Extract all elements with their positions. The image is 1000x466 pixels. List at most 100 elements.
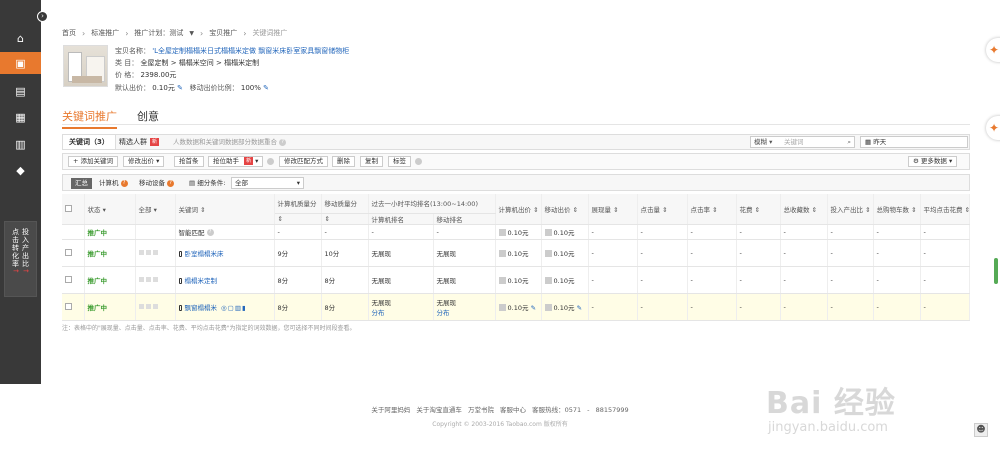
col-avg-cpc[interactable]: 平均点击花费 ⇕ bbox=[920, 194, 971, 225]
sidebar-promotion[interactable]: ▣ bbox=[0, 52, 41, 74]
search-input[interactable]: 关键词 bbox=[784, 137, 804, 147]
mobile-distribution-link[interactable]: 分布 bbox=[437, 307, 492, 317]
tab-creative[interactable]: 创意 bbox=[137, 108, 159, 129]
more-data-button[interactable]: ⚙ 更多数据 ▾ bbox=[908, 156, 958, 167]
grab-helper-button[interactable]: 抢位助手 新 ▾ bbox=[208, 156, 264, 167]
row-keyword[interactable]: 飘窗榻榻米 ◎▢▥▮ bbox=[175, 293, 275, 321]
search-icon[interactable]: ⌕ bbox=[847, 137, 851, 147]
sidebar-more[interactable]: ◆ bbox=[0, 159, 41, 181]
keyword-link[interactable]: 榻榻米定制 bbox=[185, 277, 218, 285]
promo-line-roi: 投入产出比↑ bbox=[21, 228, 30, 275]
sidebar-collapse-button[interactable]: › bbox=[37, 11, 48, 22]
dropdown-arrow-icon[interactable]: ▼ bbox=[189, 30, 194, 37]
change-match-button[interactable]: 修改匹配方式 bbox=[279, 156, 328, 167]
select-all-checkbox[interactable] bbox=[62, 194, 85, 225]
col-ctr[interactable]: 点击率 ⇕ bbox=[687, 194, 737, 225]
sidebar-tools[interactable]: ▦ bbox=[0, 106, 41, 128]
col-status[interactable]: 状态 ▾ bbox=[84, 194, 136, 225]
col-all[interactable]: 全部 ▾ bbox=[135, 194, 176, 225]
checkbox[interactable] bbox=[65, 205, 72, 213]
help-icon[interactable] bbox=[267, 158, 274, 165]
col-mobile-bid[interactable]: 移动出价 ⇕ bbox=[541, 194, 589, 225]
product-name-link[interactable]: 'L全屋定制榻榻米日式榻榻米定做 飘窗米床卧室家具飘窗储物柜 bbox=[152, 47, 349, 55]
col-roi[interactable]: 投入产出比 ⇕ bbox=[827, 194, 874, 225]
row-pc-bid[interactable]: 0.10元 bbox=[495, 266, 542, 294]
crumb-item-promo[interactable]: 宝贝推广 bbox=[209, 28, 237, 38]
crumb-standard[interactable]: 标准推广 bbox=[91, 28, 119, 38]
row-tags bbox=[135, 266, 176, 294]
add-keyword-button[interactable]: + 添加关键词 bbox=[68, 156, 119, 167]
tag-button[interactable]: 标签 bbox=[388, 156, 411, 167]
row-mobile-bid[interactable]: 0.10元 ✎ bbox=[541, 293, 589, 321]
row-mobile-bid[interactable]: 0.10元 bbox=[541, 266, 589, 294]
col-pc-quality-sort[interactable]: ⇕ bbox=[274, 213, 322, 225]
col-mobile-quality[interactable]: 移动质量分 bbox=[321, 194, 369, 214]
table-row[interactable]: 推广中 榻榻米定制 8分 8分 无展现 无展现 0.10元 0.10元 - - … bbox=[62, 266, 971, 294]
table-row[interactable]: 推广中 飘窗榻榻米 ◎▢▥▮ 8分 8分 无展现 分布 无展现 分布 0.10元 ✎ … bbox=[62, 293, 971, 321]
overlap-note: 人数数据和关键词数据部分数据重合 ? bbox=[173, 135, 287, 149]
keyword-link[interactable]: 卧室榻榻米床 bbox=[185, 250, 224, 258]
row-action-icons[interactable]: ◎▢▥▮ bbox=[221, 304, 247, 312]
table-row[interactable]: 推广中 智能匹配 ? - - - - 0.10元 0.10元 - - - - -… bbox=[62, 224, 971, 240]
table-row[interactable]: 推广中 卧室榻榻米床 9分 10分 无展现 无展现 0.10元 0.10元 - … bbox=[62, 239, 971, 267]
row-checkbox[interactable] bbox=[65, 276, 72, 283]
filter-mobile[interactable]: 移动设备 ? bbox=[135, 178, 178, 189]
row-keyword[interactable]: 智能匹配 ? bbox=[175, 224, 275, 240]
pc-bid-value: 0.10元 bbox=[507, 249, 529, 258]
page-scrollbar[interactable] bbox=[994, 258, 998, 284]
copy-button[interactable]: 复制 bbox=[360, 156, 383, 167]
sidebar-report[interactable]: ▤ bbox=[0, 80, 41, 102]
row-pc-bid[interactable]: 0.10元 bbox=[495, 239, 542, 267]
customer-service-button[interactable]: ☻ bbox=[974, 423, 988, 437]
segment-condition-select[interactable]: 全部 ▾ bbox=[231, 177, 304, 189]
col-clicks[interactable]: 点击量 ⇕ bbox=[637, 194, 688, 225]
date-range-select[interactable]: ▦ 昨天 bbox=[860, 136, 968, 148]
sidebar-account[interactable]: ▥ bbox=[0, 133, 41, 155]
product-thumbnail[interactable] bbox=[63, 45, 108, 87]
col-clicks-label: 点击量 bbox=[640, 205, 661, 214]
edit-pencil-icon[interactable]: ✎ bbox=[577, 304, 582, 312]
edit-pencil-icon[interactable]: ✎ bbox=[531, 304, 536, 312]
side-float-badge-top[interactable]: ✦ bbox=[986, 38, 1000, 62]
grab-top-button[interactable]: 抢首条 bbox=[174, 156, 204, 167]
col-favorites[interactable]: 总收藏数 ⇕ bbox=[780, 194, 828, 225]
col-avg-cpc-label: 平均点击花费 bbox=[923, 205, 963, 214]
col-cost[interactable]: 花费 ⇕ bbox=[736, 194, 781, 225]
filter-summary[interactable]: 汇总 bbox=[71, 178, 92, 189]
help-icon[interactable]: ? bbox=[206, 229, 214, 236]
modify-bid-button[interactable]: 修改出价 ▾ bbox=[123, 156, 165, 167]
col-mobile-quality-sort[interactable]: ⇕ bbox=[321, 213, 369, 225]
delete-button[interactable]: 删除 bbox=[332, 156, 355, 167]
row-keyword[interactable]: 榻榻米定制 bbox=[175, 266, 275, 294]
help-icon[interactable] bbox=[415, 158, 422, 165]
crumb-home[interactable]: 首页 bbox=[62, 28, 76, 38]
row-mobile-rank: 无展现 bbox=[433, 266, 496, 294]
col-pc-quality[interactable]: 计算机质量分 bbox=[274, 194, 322, 214]
row-checkbox[interactable] bbox=[65, 249, 72, 256]
edit-pencil-icon[interactable]: ✎ bbox=[177, 84, 183, 92]
keyword-link[interactable]: 飘窗榻榻米 bbox=[185, 304, 218, 312]
row-mobile-bid[interactable]: 0.10元 bbox=[541, 224, 589, 240]
col-cart[interactable]: 总购物车数 ⇕ bbox=[873, 194, 921, 225]
row-pc-bid[interactable]: 0.10元 bbox=[495, 224, 542, 240]
subtab-keywords[interactable]: 关键词（3） bbox=[63, 135, 116, 149]
col-pc-bid[interactable]: 计算机出价 ⇕ bbox=[495, 194, 542, 225]
row-pc-bid[interactable]: 0.10元 ✎ bbox=[495, 293, 542, 321]
col-keyword[interactable]: 关键词 ⇕ bbox=[175, 194, 275, 225]
row-checkbox[interactable] bbox=[65, 303, 72, 310]
row-mobile-bid[interactable]: 0.10元 bbox=[541, 239, 589, 267]
filter-pc[interactable]: 计算机 ? bbox=[95, 178, 132, 189]
subtab-crowd[interactable]: 精选人群新 bbox=[113, 135, 165, 149]
keyword-search[interactable]: 模糊 ▾ 关键词 ⌕ bbox=[750, 136, 855, 148]
tab-keyword-promo[interactable]: 关键词推广 bbox=[62, 108, 117, 129]
crumb-plan[interactable]: 推广计划：测试 bbox=[134, 28, 183, 38]
pc-distribution-link[interactable]: 分布 bbox=[372, 307, 430, 317]
sidebar-metrics-promo[interactable]: 点击转化率↑ 投入产出比↑ bbox=[4, 221, 37, 297]
col-impressions[interactable]: 展现量 ⇕ bbox=[588, 194, 638, 225]
sidebar-home[interactable]: ⌂ bbox=[0, 27, 41, 49]
row-keyword[interactable]: 卧室榻榻米床 bbox=[175, 239, 275, 267]
help-icon[interactable]: ? bbox=[279, 138, 287, 146]
edit-pencil-icon[interactable]: ✎ bbox=[263, 84, 269, 92]
search-mode-select[interactable]: 模糊 bbox=[754, 138, 767, 146]
side-float-badge-mid[interactable]: ✦ bbox=[986, 116, 1000, 140]
